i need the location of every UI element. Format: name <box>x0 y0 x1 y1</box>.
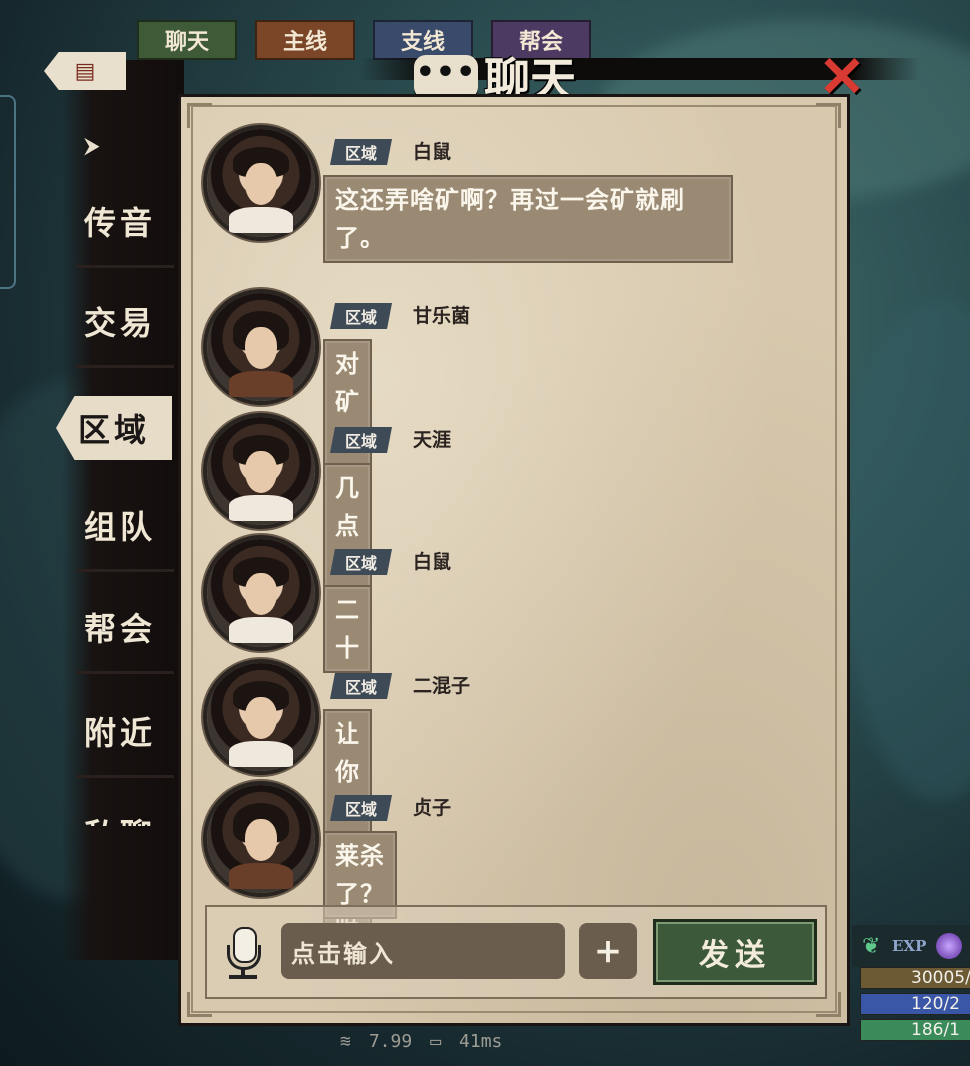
avatar[interactable] <box>207 293 315 401</box>
battery-icon: ▭ <box>430 1030 442 1052</box>
sidebar-item-trade[interactable]: 交易 <box>62 274 178 368</box>
channel-tag: 区域 <box>330 427 392 453</box>
sidebar-item-label: 组队 <box>83 508 156 546</box>
sender-name[interactable]: 二混子 <box>413 671 470 698</box>
sidebar-item-nearby[interactable]: 附近 <box>62 684 178 778</box>
sidebar-item-guild[interactable]: 帮会 <box>62 580 178 674</box>
avatar[interactable] <box>207 417 315 525</box>
wifi-icon: ≋ <box>340 1030 351 1052</box>
message-bubble: 二十 <box>323 585 372 673</box>
sidebar-item-label: 私聊 <box>84 810 156 826</box>
status-strip: ≋ 7.99 ▭ 41ms <box>340 1028 610 1054</box>
sidebar-item-label: 区域 <box>77 411 150 449</box>
corner-ornament <box>187 103 212 128</box>
chat-bubble-icon: ••• <box>414 55 478 109</box>
sender-name[interactable]: 甘乐菌 <box>413 301 470 328</box>
mp-bar: 186/1 <box>860 1019 970 1041</box>
avatar[interactable] <box>207 785 315 893</box>
channel-tag: 区域 <box>330 139 392 165</box>
sender-name[interactable]: 白鼠 <box>413 137 451 164</box>
sender-name[interactable]: 天涯 <box>413 425 451 452</box>
sidebar-item-region[interactable]: 区域 <box>56 396 172 460</box>
sidebar-item-label: 附近 <box>83 714 156 752</box>
avatar[interactable] <box>207 539 315 647</box>
sidebar-item-team[interactable]: 组队 <box>62 478 178 572</box>
channel-tag: 区域 <box>330 303 392 329</box>
channel-tag: 区域 <box>330 549 392 575</box>
corner-ornament <box>816 103 841 128</box>
sidebar-item-label: 交易 <box>83 304 156 342</box>
tab-chat[interactable]: 聊天 <box>137 20 237 60</box>
exp-label: EXP <box>892 937 927 955</box>
exp-bar: 30005/ <box>860 967 970 989</box>
tab-main-quest[interactable]: 主线 <box>255 20 355 60</box>
channel-tag: 区域 <box>330 673 392 699</box>
chat-panel: 区域 白鼠 这还弄啥矿啊？再过一会矿就刷了。 区域 甘乐菌 对矿快刷了 区域 天… <box>178 94 850 1026</box>
leaf-icon: ❦ <box>862 933 881 959</box>
microphone-icon[interactable] <box>219 925 267 985</box>
sidebar-item-label: 帮会 <box>83 610 156 648</box>
time-fragment: 7.99 <box>368 1030 413 1052</box>
add-button[interactable]: + <box>579 923 637 979</box>
sender-name[interactable]: 贞子 <box>413 793 451 820</box>
exp-header: ❦ EXP <box>852 925 970 967</box>
skill-orb-icon[interactable] <box>936 933 963 959</box>
sidebar-item-whisper[interactable]: 传音 <box>62 174 178 268</box>
ping-readout: 41ms <box>459 1030 503 1052</box>
send-button[interactable]: 发送 <box>653 919 817 985</box>
avatar[interactable] <box>207 663 315 771</box>
avatar[interactable] <box>207 129 315 237</box>
channel-tag: 区域 <box>330 795 392 821</box>
arrow-icon: ⮞ <box>84 134 100 159</box>
sidebar-item-label: 传音 <box>83 204 156 242</box>
message-bubble: 这还弄啥矿啊？再过一会矿就刷了。 <box>323 175 733 263</box>
chat-input-bar: 点击输入 + 发送 <box>205 905 827 999</box>
chat-input[interactable]: 点击输入 <box>281 923 565 979</box>
sender-name[interactable]: 白鼠 <box>413 547 451 574</box>
hp-bar: 120/2 <box>860 993 970 1015</box>
left-edge-frame <box>0 95 16 289</box>
scroll-icon[interactable]: ▤ <box>44 52 126 90</box>
sidebar-item-private[interactable]: 私聊 <box>62 786 178 826</box>
